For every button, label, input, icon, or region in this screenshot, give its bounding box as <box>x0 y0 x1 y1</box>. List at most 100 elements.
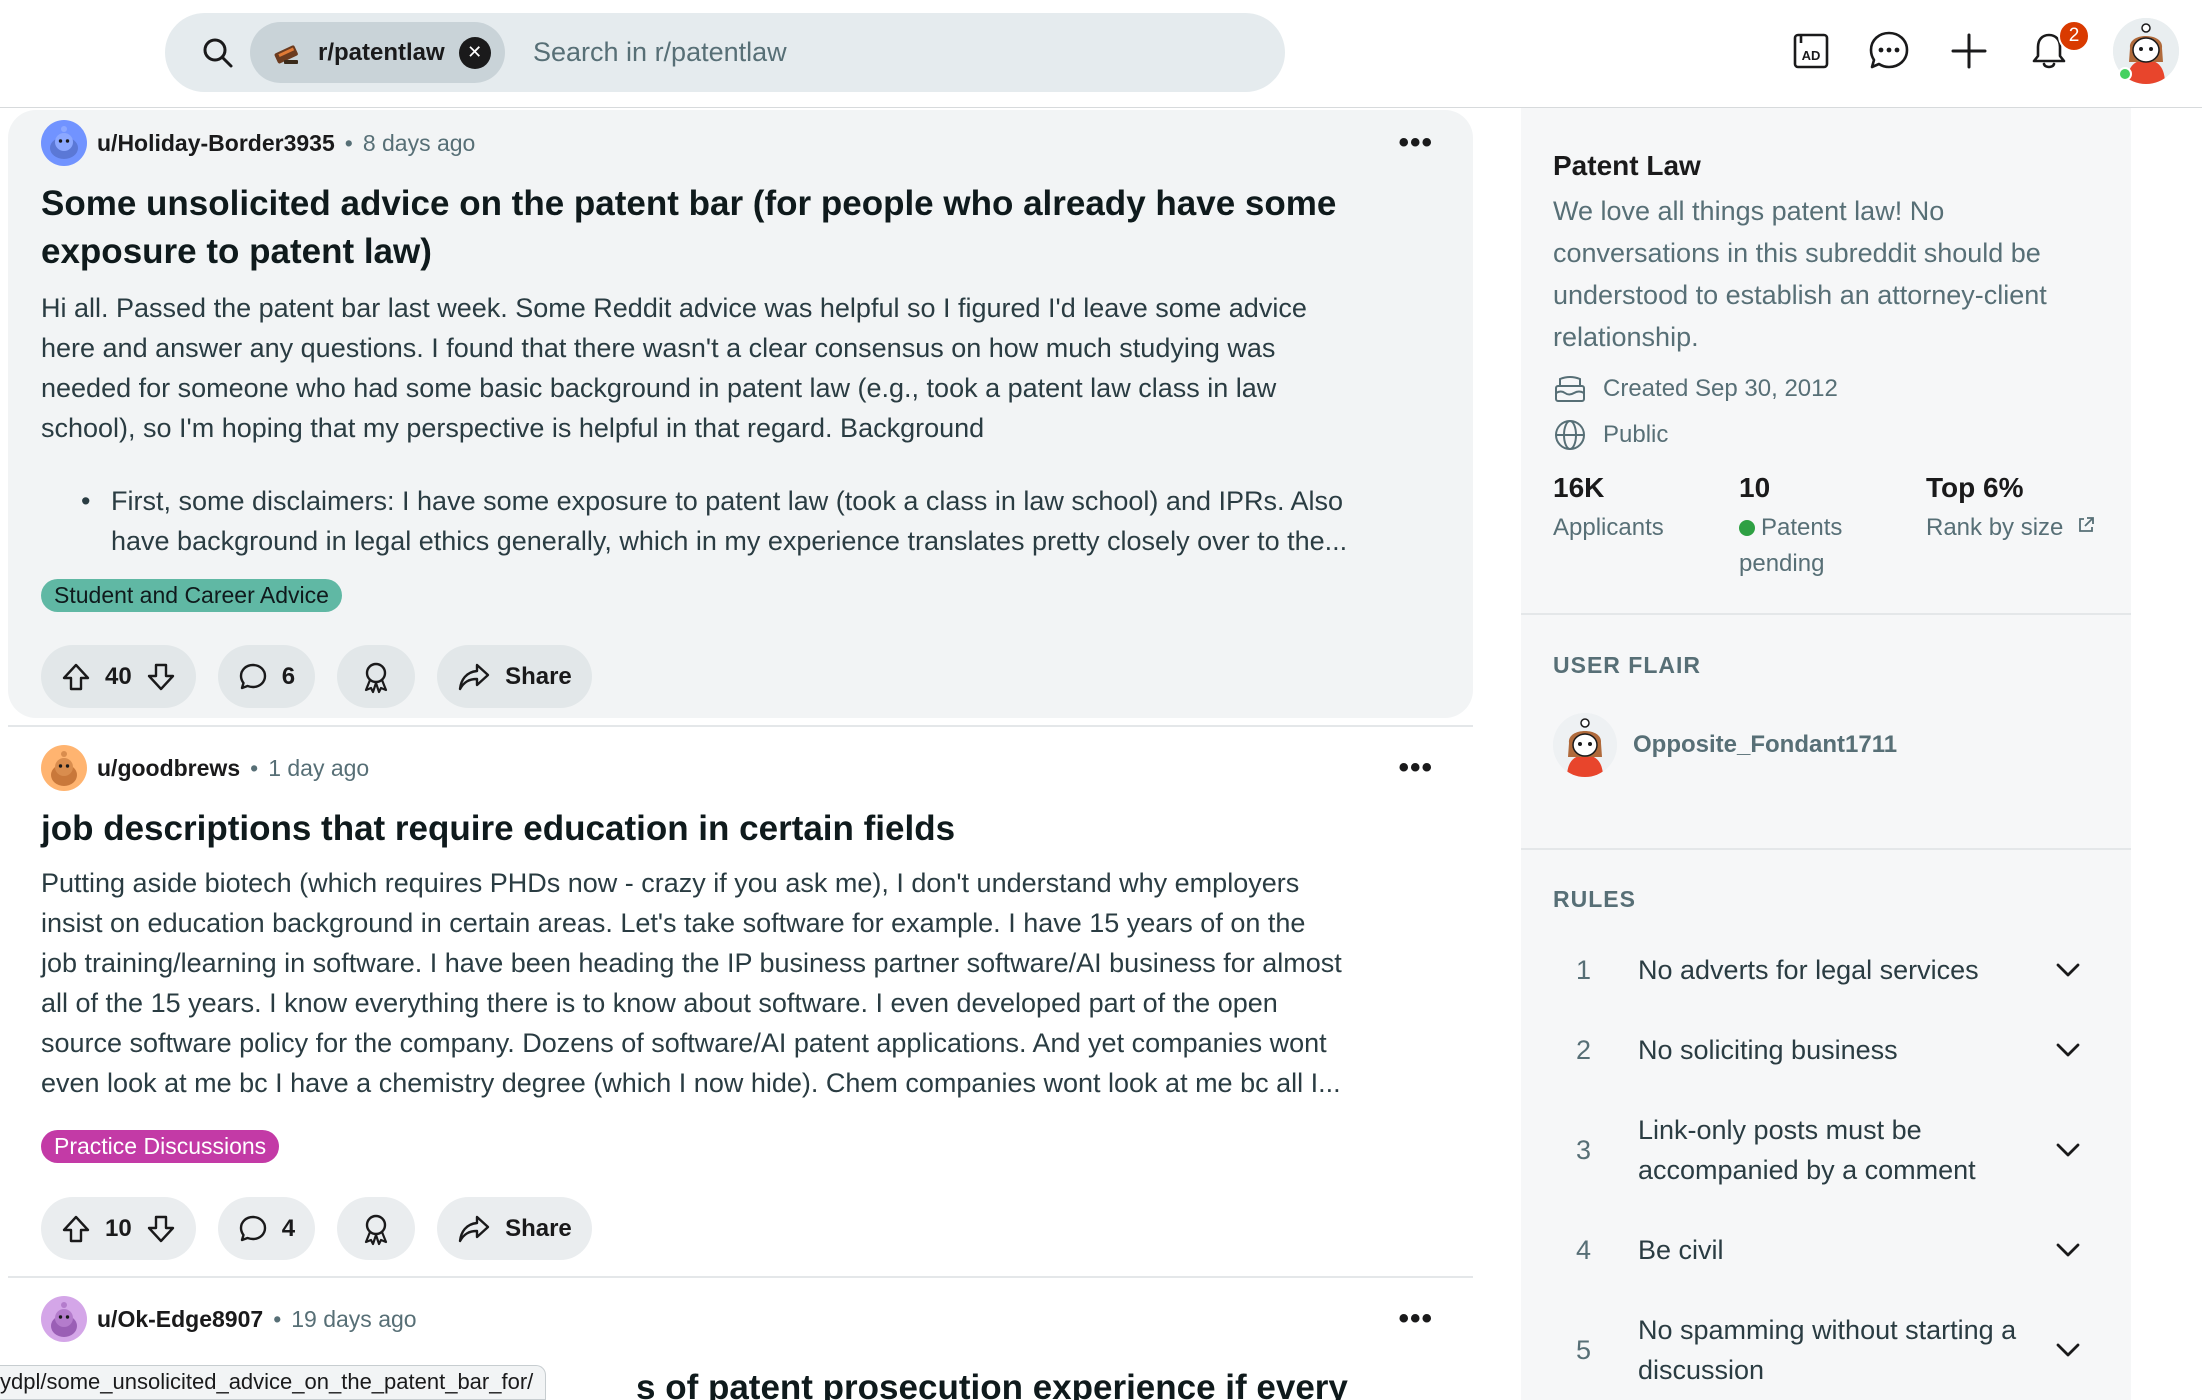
created-date-row: Created Sep 30, 2012 <box>1553 374 1838 404</box>
post-flair[interactable]: Student and Career Advice <box>41 579 342 612</box>
downvote-icon[interactable] <box>146 1214 176 1244</box>
comments-button[interactable]: 6 <box>217 645 316 708</box>
post-body-line: Hi all. Passed the patent bar last week.… <box>41 293 1307 323</box>
share-button[interactable]: Share <box>437 645 592 708</box>
search-input[interactable]: Search in r/patentlaw <box>533 13 787 92</box>
downvote-icon[interactable] <box>146 662 176 692</box>
post-time: 8 days ago <box>362 129 476 156</box>
share-icon <box>458 1215 490 1242</box>
comment-icon <box>239 1215 266 1241</box>
post-body-line: here and answer any questions. I found t… <box>41 333 1276 363</box>
vote-count: 10 <box>105 1214 132 1242</box>
meta-separator: • <box>344 129 353 156</box>
stat-label: Patents pending <box>1739 510 1879 582</box>
flair-username: Opposite_Fondant1711 <box>1633 731 1898 758</box>
post-title[interactable]: s of patent prosecution experience if ev… <box>636 1364 1436 1400</box>
rule-item[interactable]: 5 No spamming without starting a discuss… <box>1576 1300 2106 1400</box>
chevron-down-icon[interactable] <box>2048 1142 2088 1158</box>
stat-rank[interactable]: Top 6% Rank by size <box>1926 472 2096 546</box>
author-avatar[interactable] <box>41 745 87 791</box>
cake-icon <box>1555 376 1585 402</box>
chevron-down-icon[interactable] <box>2048 1242 2088 1258</box>
subreddit-filter-chip[interactable]: r/patentlaw ✕ <box>250 22 505 83</box>
rule-text: No adverts for legal services <box>1638 955 1979 985</box>
stat-value: 16K <box>1553 472 1605 503</box>
rules-heading: RULES <box>1553 886 1636 912</box>
author-avatar[interactable] <box>41 1296 87 1342</box>
community-sidebar: Patent Law We love all things patent law… <box>1521 108 2131 1400</box>
post-body-bullet: First, some disclaimers: I have some exp… <box>71 481 1461 561</box>
post-author[interactable]: u/Holiday-Border3935 <box>97 130 335 157</box>
subreddit-chip-label: r/patentlaw <box>318 38 445 66</box>
post-body: Hi all. Passed the patent bar last week.… <box>41 288 1461 448</box>
stat-value: Top 6% <box>1926 472 2024 503</box>
chevron-down-icon[interactable] <box>2048 962 2088 978</box>
rule-item[interactable]: 3 Link-only posts must be accompanied by… <box>1576 1100 2106 1200</box>
stat-value: 10 <box>1739 472 1771 503</box>
rule-number: 1 <box>1576 954 1592 985</box>
post-body-line: have background in legal ethics generall… <box>111 526 1348 556</box>
create-post-icon[interactable] <box>1946 28 1992 74</box>
post-card[interactable]: u/goodbrews • 1 day ago ••• job descript… <box>8 735 1473 1275</box>
rule-text: No soliciting business <box>1638 1035 1898 1065</box>
clear-filter-icon[interactable]: ✕ <box>458 36 491 69</box>
vote-count: 40 <box>105 662 132 690</box>
award-button[interactable] <box>337 645 416 708</box>
share-label: Share <box>505 662 572 690</box>
search-bar[interactable]: r/patentlaw ✕ Search in r/patentlaw <box>165 13 1285 92</box>
award-button[interactable] <box>337 1197 416 1260</box>
search-icon <box>203 38 233 68</box>
post-actions: 40 6 Share <box>41 645 592 708</box>
rule-number: 3 <box>1576 1134 1592 1165</box>
rule-item[interactable]: 1 No adverts for legal services <box>1576 940 2106 1000</box>
share-label: Share <box>505 1214 572 1242</box>
stat-online: 10 Patents pending <box>1739 472 1879 582</box>
advertise-icon[interactable]: AD <box>1788 28 1834 74</box>
post-author[interactable]: u/Ok-Edge8907 <box>97 1306 263 1333</box>
rule-number: 2 <box>1576 1034 1592 1065</box>
post-author[interactable]: u/goodbrews <box>97 755 240 782</box>
flair-avatar <box>1553 713 1617 777</box>
post-actions: 10 4 Share <box>41 1197 592 1260</box>
stat-label-text: Rank by size <box>1926 514 2064 541</box>
community-description: We love all things patent law! No conver… <box>1553 196 2047 352</box>
rule-text: Link-only posts must be accompanied by a… <box>1638 1115 1976 1185</box>
post-card[interactable]: u/Holiday-Border3935 • 8 days ago ••• So… <box>8 110 1473 718</box>
post-body-line: school), so I'm hoping that my perspecti… <box>41 413 985 443</box>
chat-icon[interactable] <box>1866 28 1912 74</box>
user-flair-preview[interactable]: Opposite_Fondant1711 <box>1553 713 1897 777</box>
post-options-icon[interactable]: ••• <box>1398 751 1433 785</box>
chevron-down-icon[interactable] <box>2048 1342 2088 1358</box>
post-meta: u/goodbrews • 1 day ago <box>41 745 369 791</box>
meta-separator: • <box>250 754 259 781</box>
comments-button[interactable]: 4 <box>217 1197 316 1260</box>
award-icon <box>364 662 388 693</box>
post-title-line: Some unsolicited advice on the patent ba… <box>41 184 1337 223</box>
chevron-down-icon[interactable] <box>2048 1042 2088 1058</box>
external-link-icon <box>2079 517 2094 532</box>
post-body-line: even look at me bc I have a chemistry de… <box>41 1068 1341 1098</box>
post-options-icon[interactable]: ••• <box>1398 1302 1433 1336</box>
visibility-row: Public <box>1553 418 1668 452</box>
subreddit-logo-icon <box>270 36 304 70</box>
author-avatar[interactable] <box>41 120 87 166</box>
award-icon <box>364 1214 388 1245</box>
post-flair[interactable]: Practice Discussions <box>41 1130 280 1163</box>
upvote-icon[interactable] <box>61 662 91 692</box>
comment-count: 4 <box>281 1214 296 1242</box>
post-body-line: source software policy for the company. … <box>41 1028 1327 1058</box>
post-options-icon[interactable]: ••• <box>1398 126 1433 160</box>
post-title[interactable]: Some unsolicited advice on the patent ba… <box>41 180 1461 276</box>
notification-count-badge: 2 <box>2058 20 2090 52</box>
stat-label: Rank by size <box>1926 510 2096 546</box>
rule-item[interactable]: 4 Be civil <box>1576 1220 2106 1280</box>
post-title[interactable]: job descriptions that require education … <box>41 805 1461 853</box>
upvote-icon[interactable] <box>61 1214 91 1244</box>
post-body: Putting aside biotech (which requires PH… <box>41 863 1461 1103</box>
rule-item[interactable]: 2 No soliciting business <box>1576 1020 2106 1080</box>
share-icon <box>458 663 490 690</box>
vote-control: 40 <box>41 645 196 708</box>
top-header: r/patentlaw ✕ Search in r/patentlaw AD 2 <box>0 0 2202 108</box>
meta-separator: • <box>273 1305 282 1332</box>
share-button[interactable]: Share <box>437 1197 592 1260</box>
